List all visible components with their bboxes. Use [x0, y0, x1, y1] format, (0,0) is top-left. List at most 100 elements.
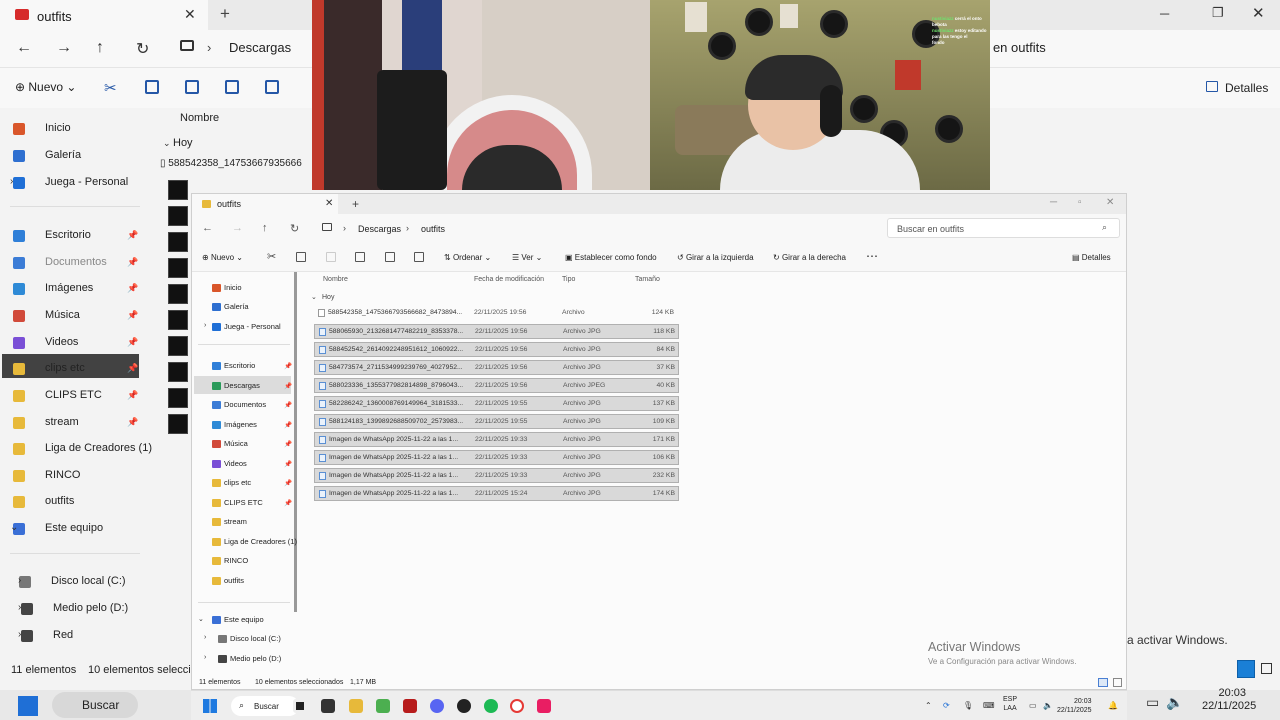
sidebar-item[interactable]: Este equipo ⌄ — [192, 613, 292, 627]
new-button[interactable]: ⊕ Nuevo ⌄ — [202, 253, 243, 262]
copy-icon[interactable] — [296, 252, 306, 262]
bg-sidebar-item[interactable]: Imágenes 📌 — [0, 280, 145, 298]
bg-clock[interactable]: 20:03 22/11/2025 — [1202, 687, 1256, 713]
sidebar-item[interactable]: outfits — [192, 574, 292, 588]
chevron-down-icon[interactable]: ⌄ — [311, 293, 317, 301]
minecraft-icon[interactable] — [376, 699, 390, 713]
up-icon[interactable]: ↑ — [262, 222, 268, 234]
widgets-icon[interactable] — [321, 699, 335, 713]
breadcrumb-outfits[interactable]: outfits — [421, 224, 445, 234]
sidebar-item[interactable]: Imágenes 📌 — [192, 418, 292, 432]
file-row[interactable]: Imagen de WhatsApp 2025-11-22 a las 1...… — [314, 486, 679, 501]
bg-sidebar-item[interactable]: Inicio — [0, 120, 145, 138]
file-thumbnail-icon[interactable] — [168, 414, 188, 434]
volume-icon[interactable]: 🔈 — [1166, 694, 1183, 711]
app-icon[interactable] — [403, 699, 417, 713]
bg-sidebar-item[interactable]: Música 📌 — [0, 307, 145, 325]
cut-icon[interactable]: ✂ — [267, 250, 276, 263]
bg-sidebar-item[interactable]: Red › — [0, 627, 145, 645]
back-icon[interactable]: ← — [16, 39, 32, 57]
file-row[interactable]: Imagen de WhatsApp 2025-11-22 a las 1...… — [314, 468, 679, 483]
chevron-right-icon[interactable]: › — [18, 575, 21, 586]
obs-icon[interactable] — [457, 699, 471, 713]
share-icon[interactable] — [385, 252, 395, 262]
sidebar-item[interactable]: CLIPS ETC 📌 — [192, 496, 292, 510]
chevron-right-icon[interactable]: › — [18, 602, 21, 613]
refresh-icon[interactable]: ↻ — [290, 222, 299, 235]
column-type[interactable]: Tipo — [562, 276, 575, 283]
volume-icon[interactable]: 🔈 — [1043, 701, 1053, 710]
bg-sidebar-item[interactable]: Galería — [0, 147, 145, 165]
tiktok-icon[interactable] — [537, 699, 551, 713]
list-view-button[interactable] — [1237, 660, 1255, 678]
bg-sidebar-item[interactable]: Liga de Creadores (1) — [0, 440, 152, 458]
chevron-right-icon[interactable]: › — [18, 629, 21, 640]
delete-icon[interactable] — [414, 252, 424, 262]
column-name[interactable]: Nombre — [323, 276, 348, 283]
bg-breadcrumb-descargas[interactable]: Descargas — [229, 40, 291, 55]
bg-new-button[interactable]: ⊕ Nuevo ⌄ — [15, 80, 76, 94]
share-icon[interactable] — [265, 80, 279, 94]
language-indicator[interactable]: ESP LAA — [1003, 695, 1017, 713]
forward-icon[interactable]: → — [232, 222, 243, 234]
sidebar-item[interactable]: Videos 📌 — [192, 457, 292, 471]
bg-sidebar-item[interactable]: stream 📌 — [0, 414, 145, 432]
details-button[interactable]: ▤ Detalles — [1072, 253, 1111, 262]
chevron-right-icon[interactable]: › — [204, 634, 206, 641]
close-window-icon[interactable]: ✕ — [1106, 197, 1114, 208]
sidebar-item[interactable]: Disco local (C:) › — [192, 632, 292, 646]
chevron-down-icon[interactable]: ⌄ — [163, 138, 171, 149]
restore-icon[interactable]: ❐ — [1212, 5, 1224, 21]
chevron-down-icon[interactable]: ⌄ — [198, 615, 204, 623]
forward-icon[interactable]: → — [56, 39, 72, 57]
sidebar-item[interactable]: Escritorio 📌 — [192, 359, 292, 373]
cut-icon[interactable]: ✂ — [104, 79, 117, 97]
sidebar-item[interactable]: Galería — [192, 300, 292, 314]
discord-icon[interactable] — [430, 699, 444, 713]
sidebar-scrollbar[interactable] — [294, 272, 297, 612]
minimize-icon[interactable]: ─ — [1050, 197, 1057, 208]
bg-sidebar-item[interactable]: Juega - Personal › — [0, 174, 145, 192]
chevron-right-icon[interactable]: › — [204, 654, 206, 661]
tiles-view-button[interactable] — [1113, 678, 1122, 687]
rename-icon[interactable] — [355, 252, 365, 262]
sidebar-item[interactable]: RINCO — [192, 554, 292, 568]
sidebar-item[interactable]: Documentos 📌 — [192, 398, 292, 412]
file-thumbnail-icon[interactable] — [168, 232, 188, 252]
file-row[interactable]: 584773574_2711534999239769_4027952... 22/… — [314, 360, 679, 375]
sort-button[interactable]: ⇅ Ordenar ⌄ — [444, 253, 491, 262]
file-row[interactable]: 582286242_1360008769149964_3181533... 22/… — [314, 396, 679, 411]
paste-icon[interactable] — [326, 252, 336, 262]
file-thumbnail-icon[interactable] — [168, 388, 188, 408]
microphone-icon[interactable]: 🎙 — [963, 701, 973, 710]
chevron-down-icon[interactable]: ⌄ — [10, 522, 18, 533]
windows-start-icon[interactable] — [18, 696, 38, 716]
bg-search-label[interactable]: r en outfits — [985, 40, 1046, 55]
file-thumbnail-icon[interactable] — [168, 258, 188, 278]
file-row[interactable]: Imagen de WhatsApp 2025-11-22 a las 1...… — [314, 432, 679, 447]
up-icon[interactable]: ↑ — [96, 39, 104, 57]
chevron-right-icon[interactable]: › — [204, 322, 206, 329]
sync-icon[interactable]: ⟳ — [943, 701, 950, 710]
rotate-left-button[interactable]: ↺ Girar a la izquierda — [677, 253, 754, 262]
rename-icon[interactable] — [225, 80, 239, 94]
sidebar-item[interactable]: Música 📌 — [192, 437, 292, 451]
bg-sidebar-item[interactable]: Documentos 📌 — [0, 254, 145, 272]
file-row[interactable]: Imagen de WhatsApp 2025-11-22 a las 1...… — [314, 450, 679, 465]
tab-outfits[interactable]: outfits ✕ — [192, 194, 338, 214]
bg-sidebar-item[interactable]: Disco local (C:) › — [0, 573, 145, 591]
set-background-button[interactable]: ▣ Establecer como fondo — [565, 253, 657, 262]
bg-sidebar-item[interactable]: RINCO — [0, 467, 145, 485]
sidebar-item[interactable]: Inicio — [192, 281, 292, 295]
sidebar-item[interactable]: Juega - Personal › — [192, 320, 292, 334]
bg-sidebar-item[interactable]: Escritorio 📌 — [0, 227, 145, 245]
column-size[interactable]: Tamaño — [635, 276, 660, 283]
close-tab-icon[interactable]: ✕ — [325, 198, 333, 209]
file-thumbnail-icon[interactable] — [168, 336, 188, 356]
file-row[interactable]: 588542358_1475366793566682_8473894... 22/… — [314, 306, 679, 321]
maximize-icon[interactable]: ▫ — [1078, 197, 1082, 208]
list-view-button[interactable] — [1098, 678, 1108, 687]
monitor-tray-icon[interactable]: ▭ — [1029, 701, 1037, 710]
spotify-icon[interactable] — [484, 699, 498, 713]
new-tab-icon[interactable]: + — [220, 4, 230, 24]
